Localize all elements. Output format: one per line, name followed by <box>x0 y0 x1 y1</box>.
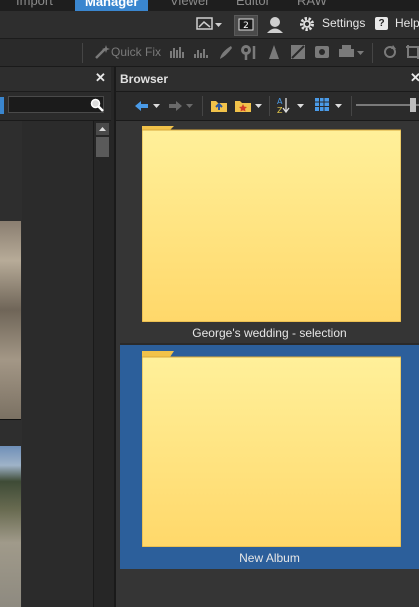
brush-icon <box>220 46 232 59</box>
photo-thumbnail[interactable] <box>0 221 21 420</box>
panel-splitter[interactable] <box>114 67 116 607</box>
settings-label: Settings <box>322 16 366 30</box>
quick-fix-label: Quick Fix <box>111 45 162 59</box>
sharpen-tool[interactable] <box>266 44 282 60</box>
browser-title: Browser <box>120 72 169 86</box>
album-item[interactable]: New Album <box>120 345 419 569</box>
back-button[interactable] <box>134 99 164 113</box>
scroll-thumb[interactable] <box>96 137 109 157</box>
sort-dropdown[interactable]: AZ <box>276 96 306 114</box>
quick-fix-toolbar: Quick Fix <box>0 39 419 67</box>
mode-tab-editor[interactable]: Editor <box>236 0 270 8</box>
mode-tab-import[interactable]: Import <box>16 0 53 8</box>
sharpen-icon <box>269 45 279 59</box>
help-icon: ? <box>375 17 388 30</box>
svg-text:A: A <box>277 97 283 106</box>
search-icon[interactable] <box>90 98 104 112</box>
rotate-tool[interactable] <box>382 44 398 60</box>
mode-tab-raw[interactable]: RAW <box>297 0 327 8</box>
mode-tab-manager[interactable]: Manager <box>75 0 149 11</box>
brush-tool[interactable] <box>218 44 234 60</box>
toolbar-separator <box>351 96 352 116</box>
folder-star-icon <box>235 101 262 112</box>
levels-tool[interactable] <box>170 44 186 60</box>
toolbar-separator <box>372 43 373 63</box>
toolbar-separator <box>82 43 83 63</box>
browser-toolbar: AZ <box>116 92 419 121</box>
top-utility-bar: 2 Settings ? Help <box>0 11 419 39</box>
sort-icon: AZ <box>277 97 304 114</box>
forward-button[interactable] <box>167 99 197 113</box>
curves-icon <box>291 45 305 59</box>
left-scrollbar[interactable] <box>93 121 111 607</box>
album-label: New Album <box>239 551 300 565</box>
histogram-tool[interactable] <box>194 44 210 60</box>
mode-tab-viewer[interactable]: Viewer <box>170 0 210 8</box>
left-tool-icon[interactable] <box>0 97 4 114</box>
crop-tool[interactable] <box>405 44 419 60</box>
folder-icon <box>142 126 401 322</box>
user-icon <box>267 17 283 33</box>
left-panel-header: ✕ <box>0 67 111 92</box>
levels-icon <box>170 47 184 58</box>
color-tool[interactable] <box>314 44 330 60</box>
mode-tab-bar: Import Manager Viewer Editor RAW <box>0 0 419 11</box>
grid-view-icon <box>315 98 342 111</box>
slider-handle[interactable] <box>410 98 416 112</box>
left-panel-close-icon[interactable]: ✕ <box>95 70 106 86</box>
svg-text:Z: Z <box>277 106 283 114</box>
view-mode-dropdown[interactable] <box>196 16 224 33</box>
folder-up-icon <box>211 101 227 112</box>
curves-tool[interactable] <box>290 44 306 60</box>
toolbar-separator <box>269 96 270 116</box>
scroll-up-icon[interactable] <box>96 123 109 135</box>
magic-wand-icon <box>95 45 110 59</box>
crop-icon <box>406 45 419 59</box>
album-label: George's wedding - selection <box>192 326 347 340</box>
display-badge: 2 <box>243 21 249 31</box>
browser-close-icon[interactable]: ✕ <box>410 70 419 86</box>
help-label: Help <box>395 16 419 30</box>
favorite-folders-dropdown[interactable] <box>234 97 264 113</box>
second-display-button[interactable]: 2 <box>234 15 258 36</box>
gear-icon <box>300 17 314 31</box>
printer-icon <box>339 45 364 57</box>
color-adjust-icon <box>315 46 329 58</box>
photo-thumbnail[interactable] <box>0 446 21 607</box>
thumbnail-size-slider[interactable] <box>356 98 419 112</box>
red-eye-tool[interactable] <box>240 44 256 60</box>
back-arrow-icon <box>135 101 160 111</box>
print-dropdown[interactable] <box>338 44 366 60</box>
eye-dropper-icon <box>241 45 256 60</box>
monitor-icon <box>196 17 222 30</box>
rotate-icon <box>384 45 396 58</box>
parent-folder-button[interactable] <box>210 97 228 113</box>
view-layout-dropdown[interactable] <box>314 97 346 113</box>
left-panel-toolbar <box>0 92 111 121</box>
browser-panel-header: Browser ✕ <box>116 67 419 92</box>
forward-arrow-icon <box>169 101 193 111</box>
help-button[interactable]: ? Help <box>375 16 419 33</box>
histogram-icon <box>194 49 208 58</box>
quick-fix-button[interactable]: Quick Fix <box>94 44 164 61</box>
account-button[interactable] <box>265 16 285 33</box>
album-item[interactable]: George's wedding - selection <box>120 122 419 343</box>
display-icon: 2 <box>238 18 254 31</box>
folder-icon <box>142 351 401 547</box>
settings-button[interactable]: Settings <box>299 16 369 33</box>
toolbar-separator <box>202 96 203 116</box>
